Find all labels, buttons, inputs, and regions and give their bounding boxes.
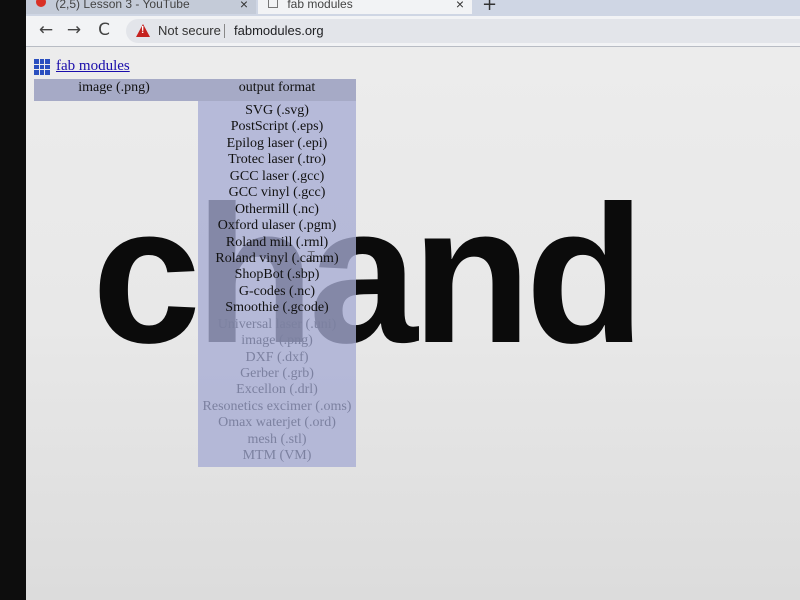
- browser-window: (2,5) Lesson 3 - YouTube × fab modules ×…: [26, 0, 800, 600]
- output-format-menu: SVG (.svg) PostScript (.eps) Epilog laser …: [198, 101, 356, 467]
- format-menu-item[interactable]: Epilog laser (.epi): [198, 136, 356, 152]
- format-menu-item[interactable]: GCC vinyl (.gcc): [198, 185, 356, 201]
- tab-fab-modules[interactable]: fab modules ×: [258, 0, 472, 14]
- format-menu-item[interactable]: mesh (.stl): [198, 432, 356, 448]
- input-format-button[interactable]: image (.png): [34, 79, 194, 97]
- format-menu-item[interactable]: Omax waterjet (.ord): [198, 415, 356, 431]
- format-menu-item[interactable]: DXF (.dxf): [198, 350, 356, 366]
- format-menu-item[interactable]: MTM (VM): [198, 448, 356, 464]
- security-status[interactable]: Not secure: [158, 19, 221, 43]
- format-menu-item[interactable]: GCC laser (.gcc): [198, 169, 356, 185]
- format-menu-item[interactable]: Resonetics excimer (.oms): [198, 399, 356, 415]
- format-menu-item[interactable]: Excellon (.drl): [198, 382, 356, 398]
- page-content: chand fab modules image (.png) output fo…: [26, 47, 800, 600]
- tab-youtube[interactable]: (2,5) Lesson 3 - YouTube ×: [26, 0, 256, 14]
- format-menu-item[interactable]: PostScript (.eps): [198, 119, 356, 135]
- module-bar: image (.png) output format: [34, 79, 356, 101]
- format-menu-item[interactable]: SVG (.svg): [198, 103, 356, 119]
- format-menu-item[interactable]: G-codes (.nc): [198, 284, 356, 300]
- youtube-favicon-icon: [36, 0, 46, 7]
- tab-strip: (2,5) Lesson 3 - YouTube × fab modules ×…: [26, 0, 800, 16]
- format-menu-item[interactable]: Universal laser (.uni): [198, 317, 356, 333]
- address-bar[interactable]: Not secure fabmodules.org: [126, 19, 800, 43]
- format-menu-item[interactable]: Roland mill (.rml): [198, 235, 356, 251]
- page-favicon-icon: [268, 0, 278, 8]
- format-menu-item[interactable]: Othermill (.nc): [198, 202, 356, 218]
- tab-close-icon[interactable]: ×: [456, 0, 464, 12]
- format-menu-item[interactable]: Roland vinyl (.camm): [198, 251, 356, 267]
- tab-label: fab modules: [287, 0, 353, 11]
- format-menu-item[interactable]: Trotec laser (.tro): [198, 152, 356, 168]
- format-menu-item[interactable]: ShopBot (.sbp): [198, 267, 356, 283]
- format-menu-item[interactable]: image (.png): [198, 333, 356, 349]
- url-text[interactable]: fabmodules.org: [234, 19, 324, 43]
- fab-modules-logo-icon: [34, 59, 50, 75]
- address-separator: [224, 24, 225, 38]
- format-menu-item[interactable]: Gerber (.grb): [198, 366, 356, 382]
- output-format-button[interactable]: output format: [198, 79, 356, 97]
- tab-label: (2,5) Lesson 3 - YouTube: [55, 0, 190, 11]
- format-menu-item[interactable]: Oxford ulaser (.pgm): [198, 218, 356, 234]
- fab-modules-link[interactable]: fab modules: [56, 56, 130, 76]
- reload-icon[interactable]: C: [94, 20, 114, 40]
- warning-icon[interactable]: [136, 24, 150, 37]
- forward-arrow-icon[interactable]: →: [64, 20, 84, 40]
- preview-image-text: chand: [92, 165, 645, 384]
- format-menu-item[interactable]: Smoothie (.gcode): [198, 300, 356, 316]
- browser-toolbar: ← → C Not secure fabmodules.org: [26, 16, 800, 47]
- back-arrow-icon[interactable]: ←: [36, 20, 56, 40]
- new-tab-button[interactable]: +: [482, 0, 497, 15]
- mouse-cursor-icon: ⌶: [307, 249, 316, 265]
- tab-close-icon[interactable]: ×: [240, 0, 248, 12]
